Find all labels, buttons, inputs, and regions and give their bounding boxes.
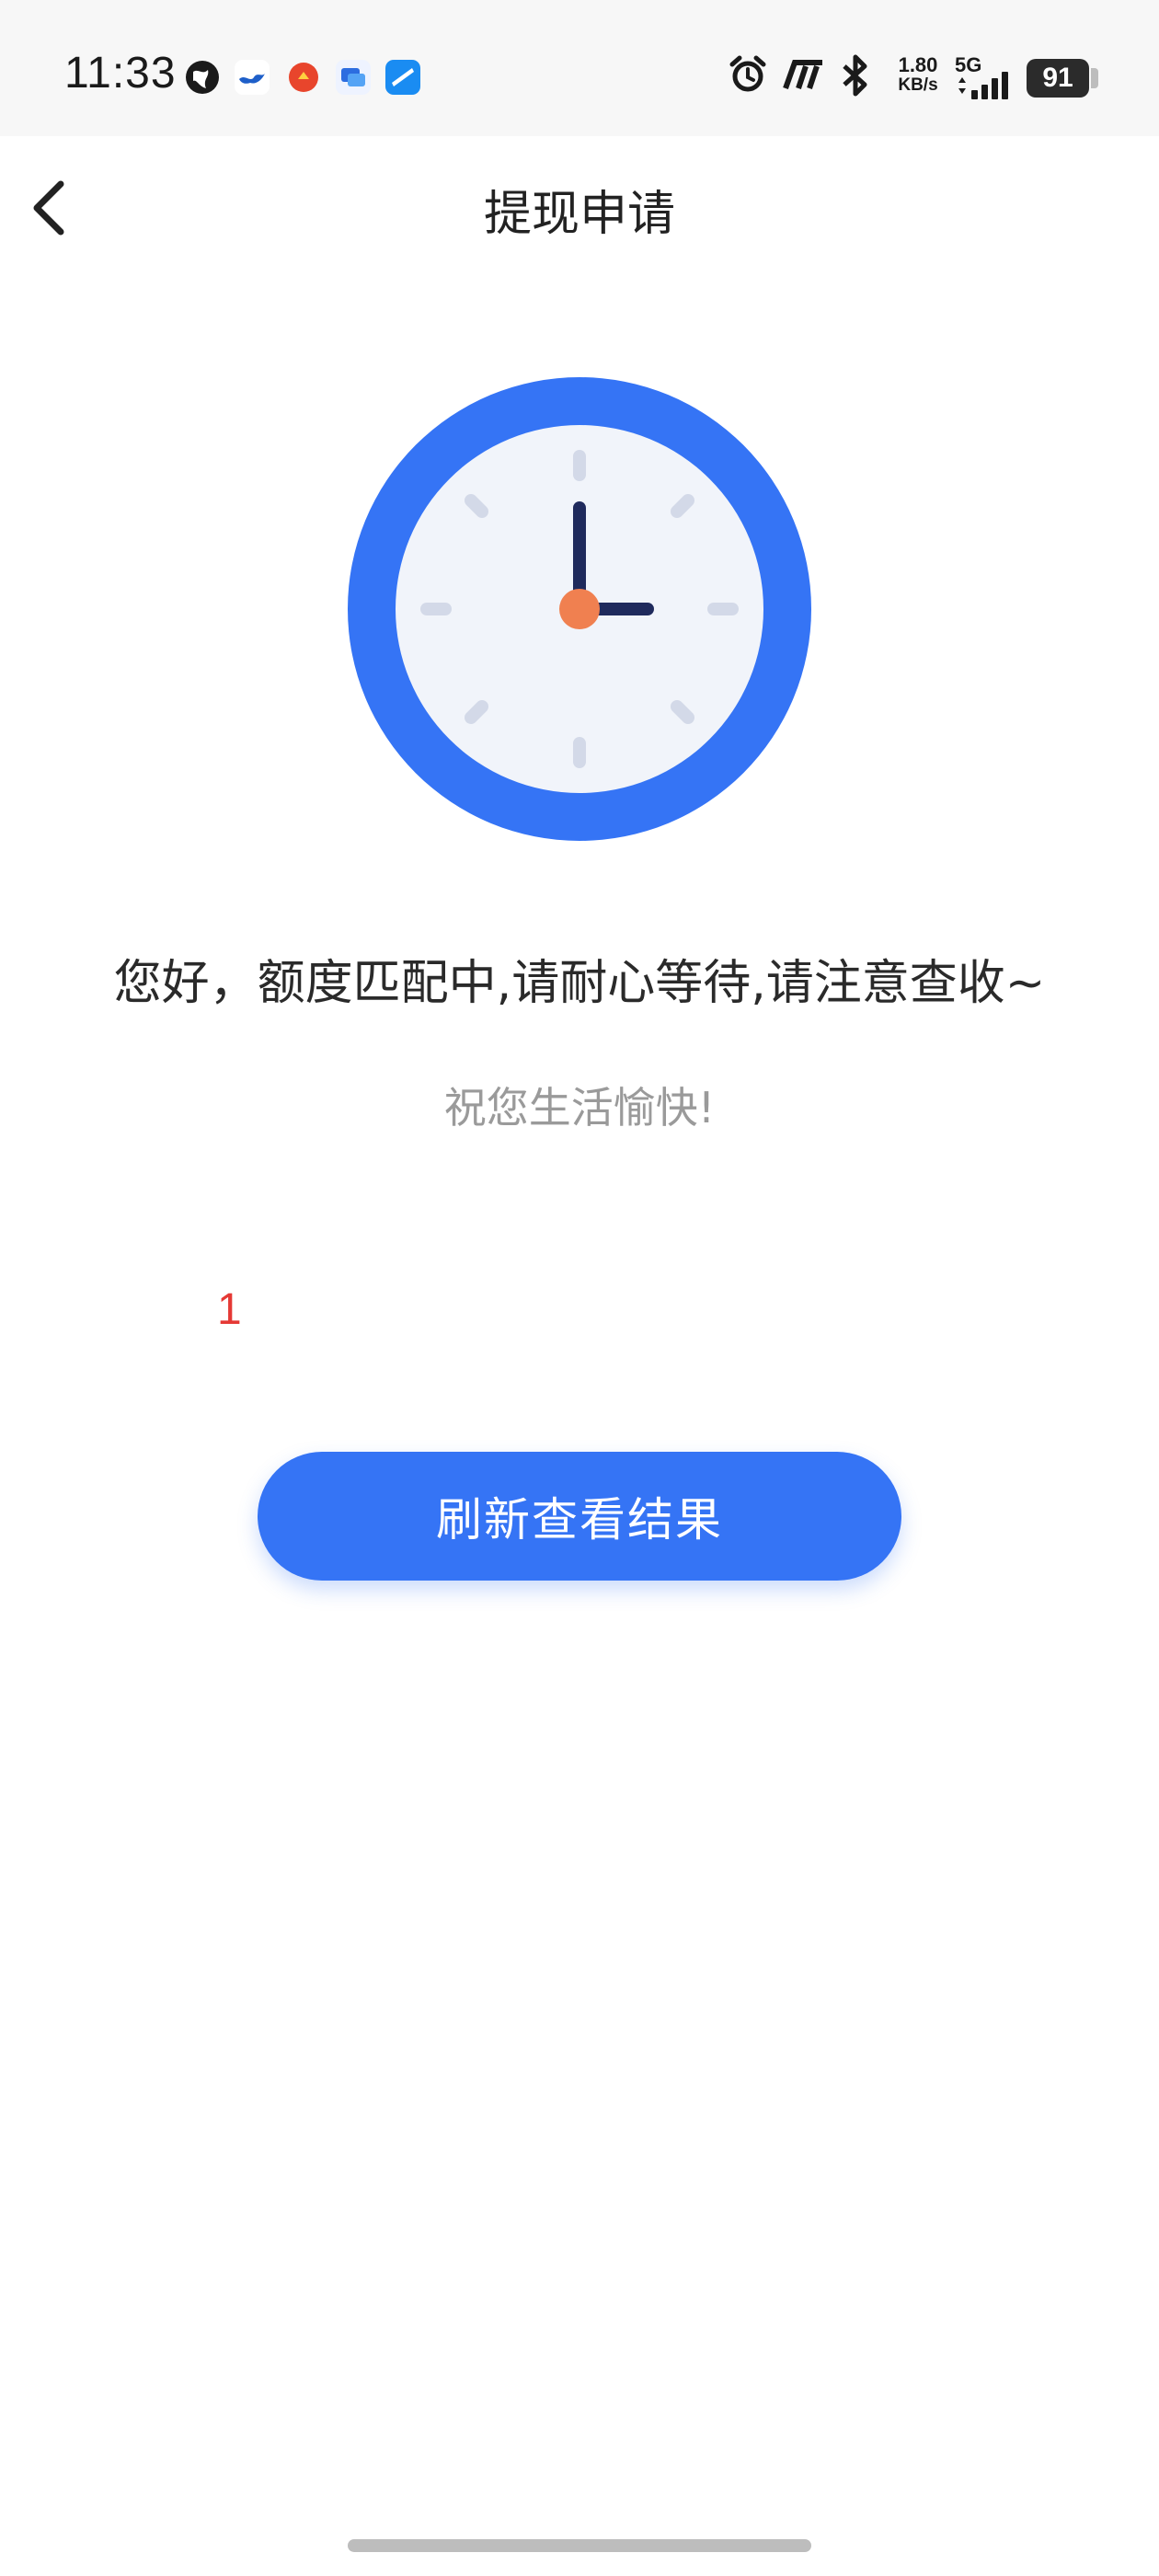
page-title: 提现申请 <box>483 187 675 242</box>
red-app-icon <box>289 63 318 92</box>
battery-cap <box>1091 68 1098 88</box>
chat-app-icon <box>336 60 371 95</box>
net-speed: 1.80 KB/s <box>889 55 947 96</box>
net-speed-value: 1.80 <box>898 53 938 76</box>
browser-app-icon <box>385 60 420 95</box>
signal-icon <box>958 72 1008 99</box>
clock-center <box>559 589 600 629</box>
battery-level: 91 <box>1027 59 1089 98</box>
globe-icon <box>186 61 219 94</box>
status-time: 11:33 <box>64 49 177 98</box>
wish-message: 祝您生活愉快! <box>443 1083 716 1133</box>
status-message: 您好，额度匹配中,请耐心等待,请注意查收~ <box>113 956 1046 1011</box>
refresh-result-button[interactable]: 刷新查看结果 <box>258 1452 901 1581</box>
bluetooth-icon <box>843 54 867 97</box>
counter-value: 1 <box>217 1285 242 1334</box>
status-bar: 11:33 1.80 KB/s 5G 91 <box>0 0 1159 136</box>
net-speed-unit: KB/s <box>898 75 938 95</box>
hd-icon <box>783 60 822 90</box>
alarm-icon <box>729 55 766 92</box>
home-indicator[interactable] <box>348 2539 811 2552</box>
bird-app-icon <box>235 60 270 95</box>
clock-icon <box>348 377 811 841</box>
